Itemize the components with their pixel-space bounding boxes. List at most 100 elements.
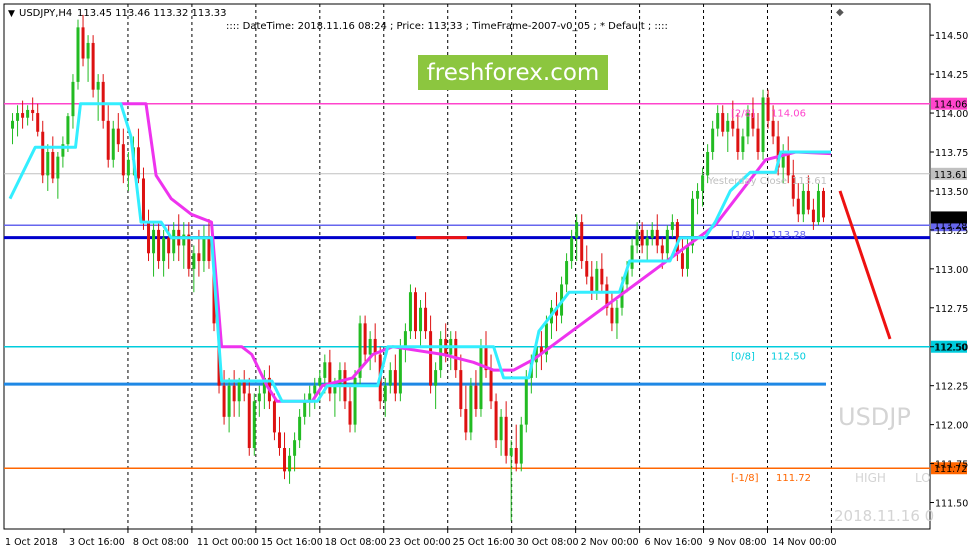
symbol-label: USDJPY,H4 — [19, 8, 72, 19]
candle-body — [116, 128, 120, 145]
y-tick-label: 113.50 — [935, 187, 968, 198]
close-icon[interactable]: ◆ — [836, 7, 844, 18]
candle-body — [288, 455, 292, 472]
candle-body — [650, 229, 654, 238]
x-tick-label: 8 Oct 08:00 — [133, 537, 189, 548]
candle-body — [277, 432, 281, 448]
candle-body — [499, 416, 503, 441]
menu-toggle-icon[interactable]: ▼ — [8, 9, 15, 19]
candle-body — [504, 416, 508, 456]
candle-body — [403, 331, 407, 347]
candle-body — [766, 97, 770, 121]
candle-body — [514, 447, 518, 464]
candle-body — [298, 416, 302, 441]
time-axis: 1 Oct 2018 3 Oct 16:00 8 Oct 08:00 11 Oct 0… — [5, 529, 836, 548]
candle-body — [393, 370, 397, 394]
candle-body — [106, 120, 110, 160]
candle-body — [721, 113, 725, 132]
x-tick-label: 18 Oct 08:00 — [325, 537, 387, 548]
y-tick-label: 113.75 — [935, 148, 968, 159]
candle-body — [272, 401, 276, 433]
candle-body — [207, 237, 211, 262]
candle-body — [801, 190, 805, 215]
x-tick-label: 1 Oct 2018 — [5, 537, 58, 548]
candle-body — [136, 147, 140, 179]
candle-body — [454, 338, 458, 371]
candle-body — [242, 381, 246, 394]
candle-body — [771, 120, 775, 137]
x-tick-label: 9 Nov 08:00 — [708, 537, 766, 548]
level-name: [2/8] — [731, 109, 755, 120]
candle-body — [570, 237, 574, 262]
candle-body — [796, 198, 800, 215]
date-watermark: 2018.11.16 0 — [834, 507, 934, 525]
x-tick-label: 3 Oct 16:00 — [69, 537, 125, 548]
candle-body — [806, 190, 810, 210]
candle-body — [580, 222, 584, 262]
candle-body — [348, 401, 352, 425]
y-tick-label: 114.00 — [935, 109, 968, 120]
candle-body — [111, 128, 115, 160]
candle-body — [71, 81, 75, 117]
candle-body — [86, 42, 90, 59]
candle-body — [413, 292, 417, 332]
candle-body — [419, 307, 423, 332]
candle-body — [16, 113, 20, 121]
candle-body — [610, 307, 614, 324]
price-chart[interactable]: freshforex.com ▼ USDJPY,H4 113.45 113.46… — [0, 0, 970, 555]
level-value: 113.28 — [771, 230, 806, 241]
candle-body — [66, 116, 70, 145]
y-tick-label: 112.50 — [935, 343, 968, 354]
candle-body — [11, 120, 15, 129]
candle-body — [197, 253, 201, 262]
level-value: 112.50 — [771, 352, 806, 363]
candle-body — [469, 385, 473, 433]
candle-body — [665, 229, 669, 254]
candle-body — [434, 370, 438, 386]
candle-body — [76, 27, 80, 82]
candle-body — [696, 190, 700, 199]
candle-body — [600, 268, 604, 285]
candle-body — [41, 131, 45, 176]
candle-body — [595, 268, 599, 293]
candle-body — [575, 222, 579, 238]
candle-body — [363, 323, 367, 355]
candle-body — [459, 370, 463, 410]
candle-body — [706, 151, 710, 176]
candle-body — [701, 175, 705, 191]
candle-body — [479, 346, 483, 410]
candle-body — [731, 120, 735, 129]
y-tick-label: 112.75 — [935, 304, 968, 315]
candle-body — [464, 409, 468, 433]
candle-body — [640, 229, 644, 246]
candle-body — [157, 229, 161, 262]
candle-body — [726, 120, 730, 132]
candle-body — [318, 377, 322, 386]
candle-body — [670, 222, 674, 230]
candle-body — [645, 237, 649, 246]
candle-body — [716, 113, 720, 129]
candle-body — [590, 276, 594, 293]
y-tick-label: 112.00 — [935, 421, 968, 432]
symbol-watermark: USDJP — [838, 403, 911, 431]
axis-price-tag-text: 113.61 — [934, 170, 967, 181]
candle-body — [313, 385, 317, 394]
candle-body — [101, 81, 105, 121]
candle-body — [121, 144, 125, 176]
candle-body — [509, 447, 513, 456]
candle-body — [182, 234, 186, 246]
candle-body — [811, 209, 815, 223]
x-tick-label: 14 Nov 00:00 — [772, 537, 836, 548]
candle-body — [222, 385, 226, 417]
candle-body — [519, 424, 523, 464]
x-tick-label: 2 Nov 00:00 — [581, 537, 639, 548]
candle-body — [585, 261, 589, 277]
candle-body — [655, 229, 659, 246]
candle-body — [46, 151, 50, 176]
candle-body — [252, 401, 256, 448]
candle-body — [383, 385, 387, 402]
candle-body — [303, 401, 307, 417]
x-tick-label: 15 Oct 16:00 — [261, 537, 323, 548]
candle-body — [31, 109, 35, 114]
x-tick-label: 25 Oct 16:00 — [453, 537, 515, 548]
